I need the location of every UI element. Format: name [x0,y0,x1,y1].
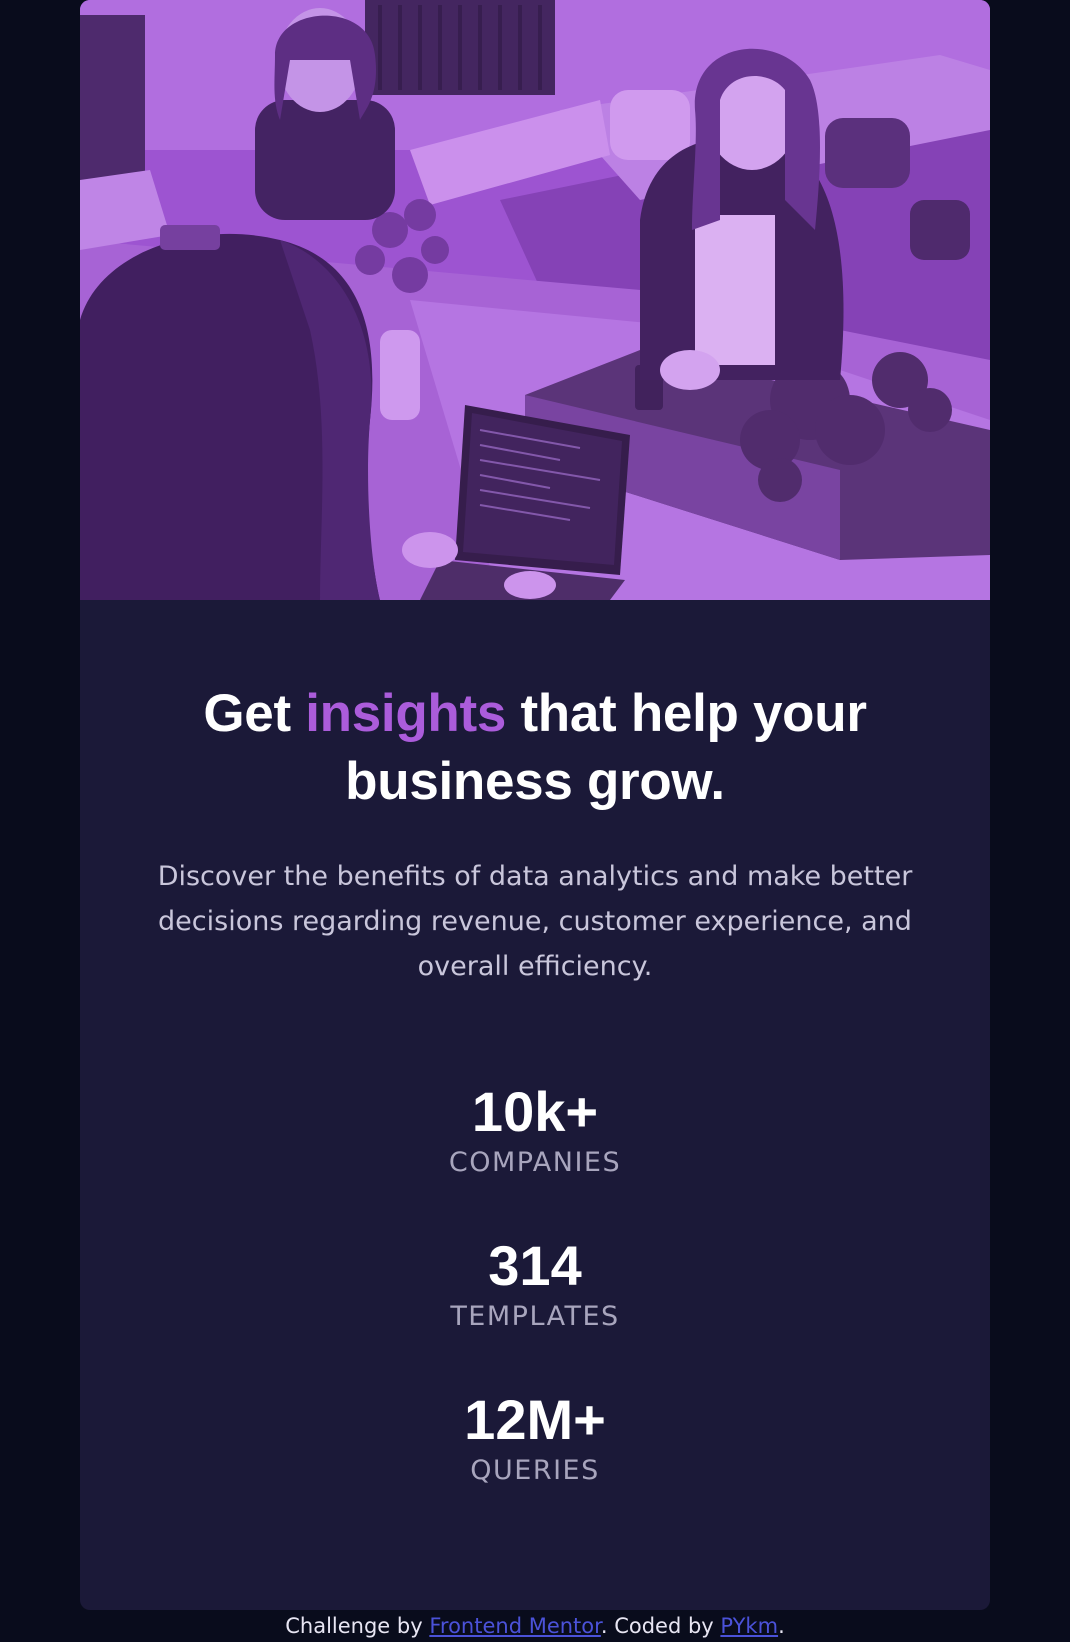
stats-list: 10k+ COMPANIES 314 TEMPLATES 12M+ QUERIE… [130,1081,940,1487]
card-content: Get insights that help your business gro… [80,600,990,1487]
hero-image [80,0,990,600]
frontend-mentor-link[interactable]: Frontend Mentor [429,1614,601,1638]
attribution-middle: . Coded by [600,1614,721,1638]
stat-label: QUERIES [470,1455,600,1486]
stat-templates: 314 TEMPLATES [130,1235,940,1333]
stat-value: 10k+ [471,1080,599,1143]
description: Discover the benefits of data analytics … [157,861,913,982]
stat-value: 314 [488,1234,582,1297]
stat-label: TEMPLATES [450,1301,620,1332]
stat-companies: 10k+ COMPANIES [130,1081,940,1179]
office-photo-illustration [80,0,990,600]
attribution-suffix: . [778,1614,785,1638]
attribution-prefix: Challenge by [285,1614,430,1638]
stat-label: COMPANIES [448,1147,622,1178]
headline: Get insights that help your business gro… [155,680,915,816]
stat-queries: 12M+ QUERIES [130,1389,940,1487]
stats-card: Get insights that help your business gro… [80,0,990,1610]
attribution: Challenge by Frontend Mentor. Coded by P… [0,1612,1070,1640]
author-link[interactable]: PYkm [720,1614,778,1638]
headline-before: Get [203,684,306,743]
stat-value: 12M+ [464,1388,606,1451]
headline-accent: insights [305,684,507,743]
